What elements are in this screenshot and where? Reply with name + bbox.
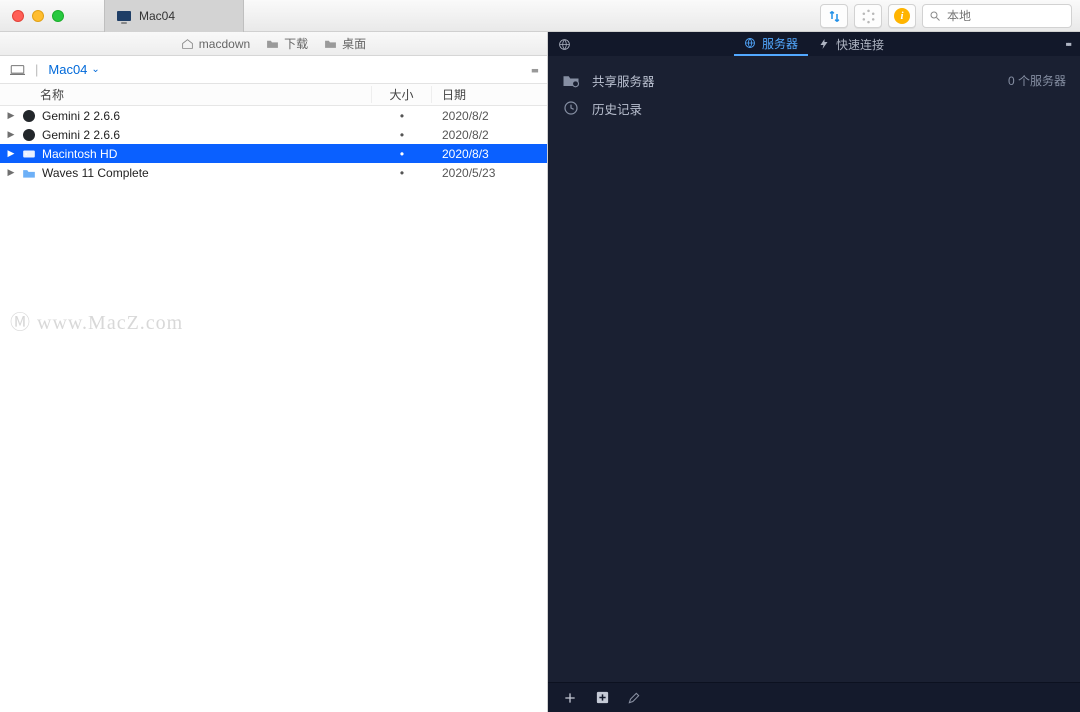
chevron-down-icon: ⌄ <box>91 64 99 75</box>
column-header-date[interactable]: 日期 <box>432 86 547 103</box>
info-button[interactable]: i <box>888 4 916 28</box>
column-header-size[interactable]: 大小 <box>372 86 432 103</box>
shared-server-icon <box>562 72 580 88</box>
column-header-name[interactable]: 名称 <box>0 86 372 103</box>
table-row[interactable]: ▶ Gemini 2 2.6.6•2020/8/2 <box>0 106 547 125</box>
table-row[interactable]: ▶ Gemini 2 2.6.6•2020/8/2 <box>0 125 547 144</box>
list-item[interactable]: 历史记录 <box>562 94 1066 122</box>
list-item[interactable]: 共享服务器 0 个服务器 <box>562 66 1066 94</box>
file-size: • <box>372 147 432 161</box>
toolbar-right: i <box>820 4 1072 28</box>
file-list: Ⓜ www.MacZ.com ▶Gemini 2 2.6.6•2020/8/2▶… <box>0 106 547 712</box>
item-label: 历史记录 <box>592 99 1066 118</box>
search-input[interactable] <box>947 9 1065 23</box>
folder-icon <box>324 38 337 49</box>
file-size: • <box>372 128 432 142</box>
disclosure-triangle-icon[interactable]: ▶ <box>6 167 16 178</box>
history-icon <box>562 100 580 116</box>
activity-icon <box>861 9 876 24</box>
file-date: 2020/8/2 <box>432 128 547 142</box>
tab-title: Mac04 <box>139 9 175 23</box>
file-date: 2020/5/23 <box>432 166 547 180</box>
column-headers: 名称 大小 日期 <box>0 84 547 106</box>
file-name: Waves 11 Complete <box>42 166 372 180</box>
globe-icon <box>744 37 756 49</box>
close-icon[interactable] <box>12 10 24 22</box>
tab-label: 服务器 <box>762 35 798 52</box>
window-traffic-lights <box>12 10 64 22</box>
file-name: Gemini 2 2.6.6 <box>42 128 372 142</box>
file-size: • <box>372 166 432 180</box>
table-row[interactable]: ▶ Macintosh HD•2020/8/3 <box>0 144 547 163</box>
tab-servers[interactable]: 服务器 <box>734 32 808 56</box>
tab-label: 快速连接 <box>836 36 884 53</box>
location-name: Mac04 <box>48 62 87 77</box>
remote-bottom-bar <box>548 682 1080 712</box>
add-group-button[interactable] <box>594 690 610 706</box>
file-icon <box>21 128 37 142</box>
location-dropdown[interactable]: Mac04 ⌄ <box>48 62 99 77</box>
add-button[interactable] <box>562 690 578 706</box>
file-icon <box>21 109 37 123</box>
path-label: 下载 <box>284 35 308 52</box>
minimize-icon[interactable] <box>32 10 44 22</box>
sync-button[interactable] <box>820 4 848 28</box>
search-box[interactable] <box>922 4 1072 28</box>
file-icon <box>21 147 37 161</box>
path-item-downloads[interactable]: 下载 <box>266 35 308 52</box>
path-bar: macdown 下载 桌面 <box>0 32 547 56</box>
view-mode-button[interactable]: ▪▪ <box>531 62 537 78</box>
server-list: 共享服务器 0 个服务器 历史记录 <box>548 56 1080 132</box>
window-tab[interactable]: Mac04 <box>104 0 244 32</box>
folder-icon <box>266 38 279 49</box>
globe-icon[interactable] <box>558 38 571 51</box>
path-item-desktop[interactable]: 桌面 <box>324 35 366 52</box>
activity-button[interactable] <box>854 4 882 28</box>
item-label: 共享服务器 <box>592 71 996 90</box>
tab-quick-connect[interactable]: 快速连接 <box>808 32 894 56</box>
disclosure-triangle-icon[interactable]: ▶ <box>6 148 16 159</box>
home-icon <box>181 38 194 49</box>
file-date: 2020/8/3 <box>432 147 547 161</box>
file-icon <box>21 166 37 180</box>
maximize-icon[interactable] <box>52 10 64 22</box>
table-row[interactable]: ▶ Waves 11 Complete•2020/5/23 <box>0 163 547 182</box>
disclosure-triangle-icon[interactable]: ▶ <box>6 129 16 140</box>
lightning-icon <box>818 38 830 50</box>
path-item-home[interactable]: macdown <box>181 37 250 51</box>
view-mode-button[interactable]: ▪▪ <box>1065 37 1070 51</box>
item-count: 0 个服务器 <box>1008 72 1066 89</box>
location-bar: | Mac04 ⌄ ▪▪ <box>0 56 547 84</box>
info-icon: i <box>894 8 910 24</box>
edit-button[interactable] <box>626 690 642 706</box>
separator: | <box>35 62 38 77</box>
local-panel: macdown 下载 桌面 | Mac04 ⌄ ▪▪ 名称 大小 <box>0 32 548 712</box>
file-size: • <box>372 109 432 123</box>
search-icon <box>929 10 941 22</box>
path-label: 桌面 <box>342 35 366 52</box>
path-label: macdown <box>199 37 250 51</box>
monitor-icon <box>117 11 131 21</box>
remote-panel: 服务器 快速连接 ▪▪ 共享服务器 0 个服务器 <box>548 32 1080 712</box>
remote-tabs: 服务器 快速连接 ▪▪ <box>548 32 1080 56</box>
sync-icon <box>827 9 842 24</box>
file-name: Gemini 2 2.6.6 <box>42 109 372 123</box>
window-titlebar: Mac04 i <box>0 0 1080 32</box>
disclosure-triangle-icon[interactable]: ▶ <box>6 110 16 121</box>
device-icon[interactable] <box>10 64 25 76</box>
watermark: Ⓜ www.MacZ.com <box>10 306 183 335</box>
file-name: Macintosh HD <box>42 147 372 161</box>
file-date: 2020/8/2 <box>432 109 547 123</box>
